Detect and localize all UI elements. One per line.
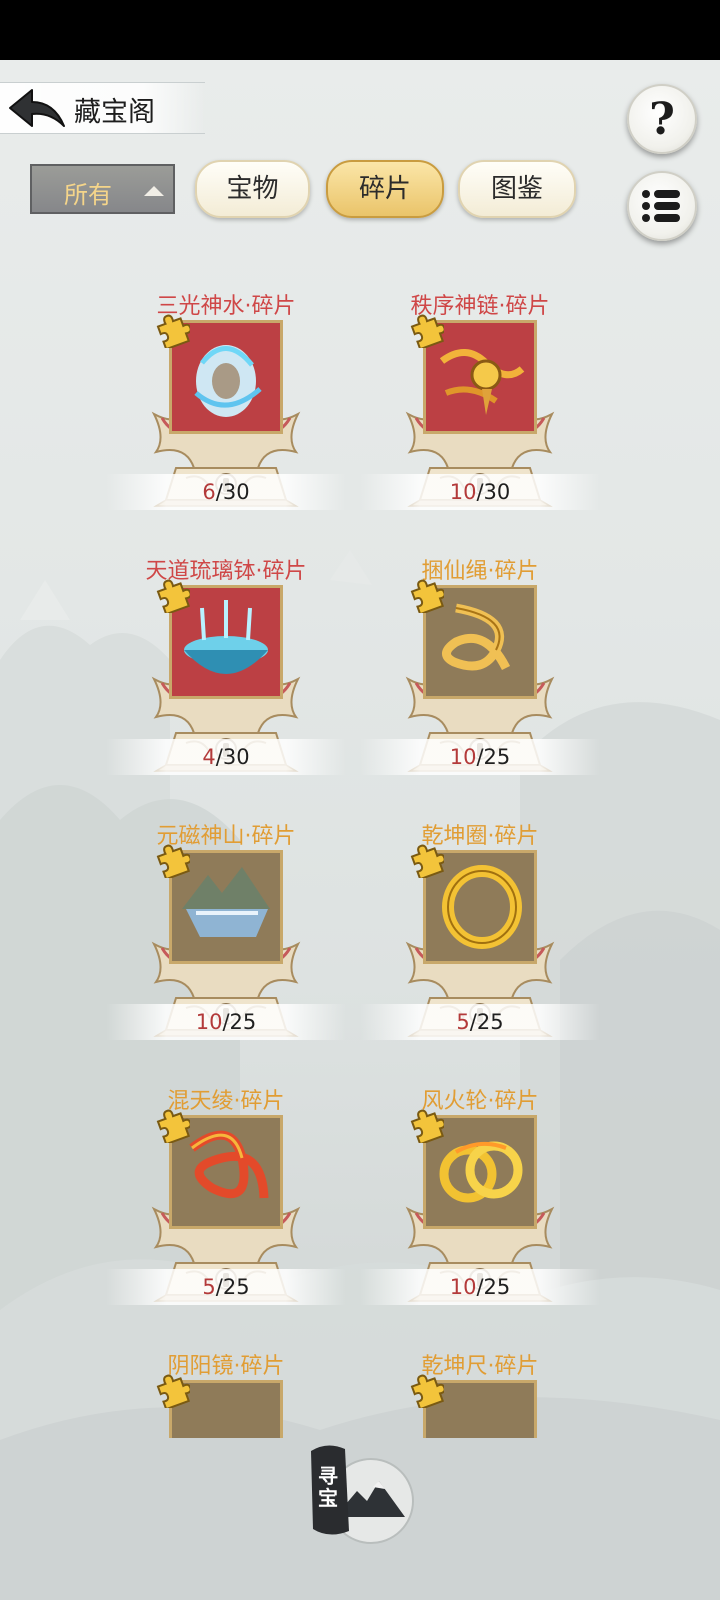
- tab-treasure[interactable]: 宝物: [195, 160, 310, 218]
- fragment-card[interactable]: 阴阳镜·碎片: [126, 1348, 326, 1438]
- fragment-count-separator: /: [215, 480, 223, 504]
- list-icon: [642, 190, 680, 222]
- puzzle-piece-icon: [408, 577, 446, 616]
- fragment-card[interactable]: 乾坤尺·碎片: [380, 1348, 580, 1438]
- fragment-card[interactable]: 天道琉璃钵·碎片 4/30: [106, 553, 346, 793]
- fragment-count-current: 5: [456, 1010, 470, 1034]
- fragment-count-separator: /: [469, 1010, 477, 1034]
- puzzle-piece-icon: [154, 577, 192, 616]
- fragment-card[interactable]: 风火轮·碎片 10/25: [360, 1083, 600, 1323]
- fragment-count: 5/25: [126, 1275, 326, 1299]
- fragment-count-current: 10: [449, 1275, 477, 1299]
- fragment-count: 10/30: [380, 480, 580, 504]
- fragment-count-current: 10: [449, 745, 477, 769]
- seek-treasure-label: 寻宝: [318, 1464, 338, 1510]
- fragment-count-current: 10: [449, 480, 477, 504]
- fragment-card[interactable]: 混天绫·碎片 5/25: [106, 1083, 346, 1323]
- fragment-count-total: 30: [483, 480, 511, 504]
- help-button[interactable]: ?: [627, 84, 697, 154]
- fragment-count-total: 25: [222, 1275, 250, 1299]
- fragment-count: 6/30: [126, 480, 326, 504]
- puzzle-piece-icon: [154, 312, 192, 351]
- puzzle-piece-icon: [154, 1372, 192, 1411]
- caret-up-icon: [144, 186, 164, 196]
- back-arrow-icon: [9, 89, 65, 127]
- fragment-count-total: 30: [222, 745, 250, 769]
- page-title: 藏宝阁: [74, 97, 155, 128]
- menu-button[interactable]: [627, 171, 697, 241]
- background-mountains: [0, 550, 720, 1600]
- puzzle-piece-icon: [408, 312, 446, 351]
- back-button[interactable]: [6, 84, 68, 134]
- fragment-count-current: 10: [195, 1010, 223, 1034]
- filter-selected-value: 所有: [64, 181, 112, 209]
- puzzle-piece-icon: [408, 1107, 446, 1146]
- status-bar: [0, 0, 720, 60]
- fragment-count: 10/25: [126, 1010, 326, 1034]
- fragment-count-separator: /: [222, 1010, 230, 1034]
- fragment-count-separator: /: [476, 1275, 484, 1299]
- fragment-count: 10/25: [380, 745, 580, 769]
- fragment-count-total: 25: [483, 745, 511, 769]
- puzzle-piece-icon: [408, 1372, 446, 1411]
- fragment-count-total: 30: [222, 480, 250, 504]
- question-mark-icon: ?: [649, 94, 675, 145]
- fragment-count: 5/25: [380, 1010, 580, 1034]
- filter-dropdown[interactable]: 所有: [30, 164, 175, 214]
- fragment-count-current: 4: [202, 745, 216, 769]
- puzzle-piece-icon: [408, 842, 446, 881]
- fragment-card[interactable]: 秩序神链·碎片 10/30: [360, 288, 600, 528]
- fragment-count: 4/30: [126, 745, 326, 769]
- svg-text:?: ?: [649, 94, 675, 145]
- fragment-count-current: 6: [202, 480, 216, 504]
- fragment-count-total: 25: [476, 1010, 504, 1034]
- tab-atlas[interactable]: 图鉴: [458, 160, 576, 218]
- fragment-count: 10/25: [380, 1275, 580, 1299]
- fragment-card[interactable]: 三光神水·碎片 6/30: [106, 288, 346, 528]
- treasure-screen: 藏宝阁 ? 所有 宝物 碎片 图鉴 三光神水·碎片 6/30 秩序神链·碎片 1…: [0, 60, 720, 1600]
- puzzle-piece-icon: [154, 1107, 192, 1146]
- fragment-count-current: 5: [202, 1275, 216, 1299]
- fragment-count-total: 25: [229, 1010, 257, 1034]
- fragment-count-separator: /: [476, 745, 484, 769]
- fragment-card[interactable]: 元磁神山·碎片 10/25: [106, 818, 346, 1058]
- fragment-card[interactable]: 乾坤圈·碎片 5/25: [360, 818, 600, 1058]
- fragment-count-separator: /: [215, 1275, 223, 1299]
- fragment-count-separator: /: [215, 745, 223, 769]
- fragment-count-separator: /: [476, 480, 484, 504]
- fragment-count-total: 25: [483, 1275, 511, 1299]
- seek-treasure-button[interactable]: 寻宝: [305, 1435, 420, 1555]
- tab-fragment[interactable]: 碎片: [326, 160, 444, 218]
- fragment-card[interactable]: 捆仙绳·碎片 10/25: [360, 553, 600, 793]
- puzzle-piece-icon: [154, 842, 192, 881]
